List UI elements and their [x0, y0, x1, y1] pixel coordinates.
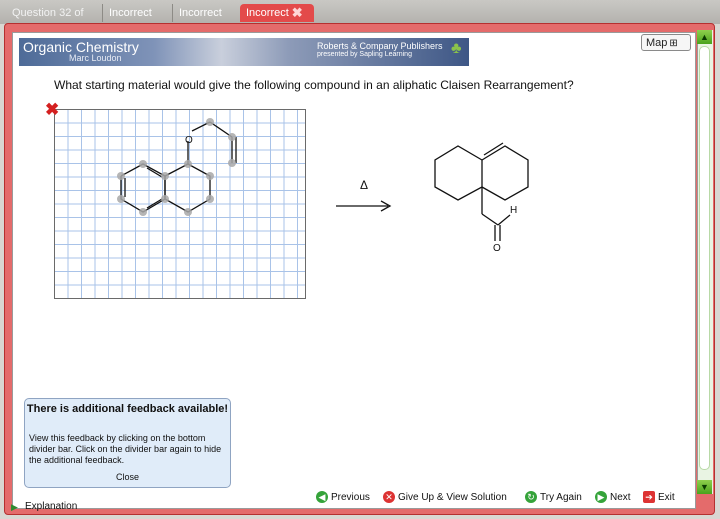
explanation-divider-bar[interactable]: ▶ Explanation	[0, 496, 300, 519]
next-button[interactable]: ▶ Next	[595, 490, 631, 506]
try-again-icon: ↻	[525, 491, 537, 504]
try-again-label: Try Again	[540, 492, 582, 503]
hydrogen-label: H	[510, 205, 517, 216]
give-up-label: Give Up & View Solution	[398, 492, 507, 503]
next-arrow-icon: ▶	[595, 491, 607, 504]
close-link[interactable]: Close	[25, 472, 230, 482]
expand-arrow-icon: ▶	[11, 502, 18, 512]
explanation-label: Explanation	[25, 501, 78, 512]
heat-condition: Δ	[360, 178, 369, 192]
feedback-callout: There is additional feedback available! …	[24, 398, 231, 488]
exit-label: Exit	[658, 492, 675, 503]
previous-button[interactable]: ◀ Previous	[316, 490, 370, 506]
next-label: Next	[610, 492, 631, 503]
exit-icon: ➔	[643, 491, 655, 504]
oxygen-label: O	[185, 135, 193, 146]
give-up-icon: ✕	[383, 491, 395, 504]
previous-label: Previous	[331, 492, 370, 503]
feedback-heading: There is additional feedback available!	[26, 403, 229, 415]
previous-arrow-icon: ◀	[316, 491, 328, 504]
feedback-body: View this feedback by clicking on the bo…	[29, 433, 222, 465]
product-oxygen-label: O	[493, 243, 501, 254]
exit-button[interactable]: ➔ Exit	[643, 490, 675, 506]
try-again-button[interactable]: ↻ Try Again	[525, 490, 582, 506]
give-up-button[interactable]: ✕ Give Up & View Solution	[383, 490, 507, 506]
